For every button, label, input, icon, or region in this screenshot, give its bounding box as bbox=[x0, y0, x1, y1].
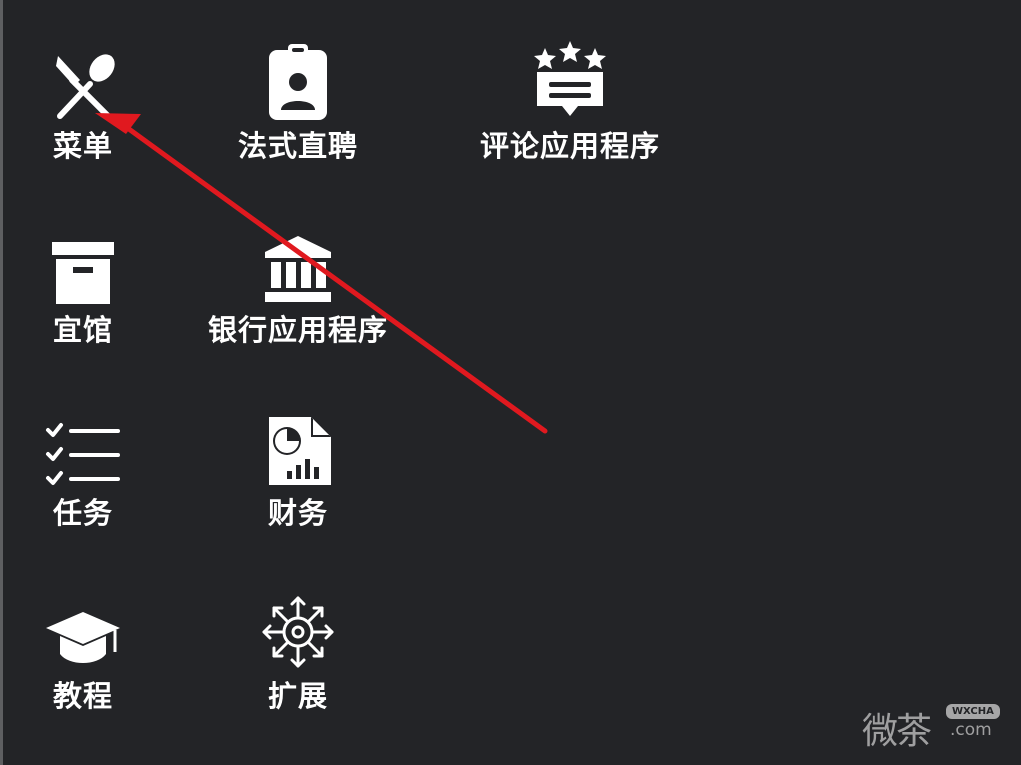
app-label-yiguan: 宜馆 bbox=[52, 313, 113, 347]
id-badge-icon bbox=[259, 38, 337, 120]
watermark-badge: WXCHA bbox=[946, 704, 1000, 719]
bank-icon bbox=[259, 222, 337, 304]
app-label-tasks: 任务 bbox=[52, 496, 113, 530]
app-tile-bank[interactable]: 银行应用程序 bbox=[208, 222, 387, 348]
app-tile-legal-hire[interactable]: 法式直聘 bbox=[238, 38, 357, 164]
app-label-menu: 菜单 bbox=[52, 129, 113, 163]
app-tile-extensions[interactable]: 扩展 bbox=[259, 588, 337, 714]
app-tile-tutorial[interactable]: 教程 bbox=[44, 588, 122, 714]
checklist-icon bbox=[44, 405, 122, 487]
app-label-reviews: 评论应用程序 bbox=[480, 129, 661, 163]
annotation-arrow bbox=[95, 113, 548, 434]
fork-spoon-icon bbox=[44, 38, 122, 120]
app-tile-finance[interactable]: 财务 bbox=[259, 405, 337, 531]
app-label-bank: 银行应用程序 bbox=[208, 313, 389, 347]
expand-arrows-icon bbox=[259, 588, 337, 670]
app-tile-yiguan[interactable]: 宜馆 bbox=[44, 222, 122, 348]
watermark-logo: 微茶 WXCHA .com bbox=[862, 700, 1012, 752]
archive-box-icon bbox=[44, 222, 122, 304]
app-tile-reviews[interactable]: 评论应用程序 bbox=[480, 38, 659, 164]
finance-report-icon bbox=[259, 405, 337, 487]
app-tile-menu[interactable]: 菜单 bbox=[44, 38, 122, 164]
watermark-domain: .com bbox=[950, 720, 992, 740]
app-label-extensions: 扩展 bbox=[267, 679, 328, 713]
app-label-finance: 财务 bbox=[267, 496, 328, 530]
window-left-edge bbox=[0, 0, 3, 765]
app-tile-tasks[interactable]: 任务 bbox=[44, 405, 122, 531]
app-label-legal-hire: 法式直聘 bbox=[238, 129, 359, 163]
graduation-cap-icon bbox=[44, 588, 122, 670]
review-stars-icon bbox=[531, 38, 609, 120]
app-label-tutorial: 教程 bbox=[52, 679, 113, 713]
watermark-text: 微茶 bbox=[862, 711, 932, 752]
